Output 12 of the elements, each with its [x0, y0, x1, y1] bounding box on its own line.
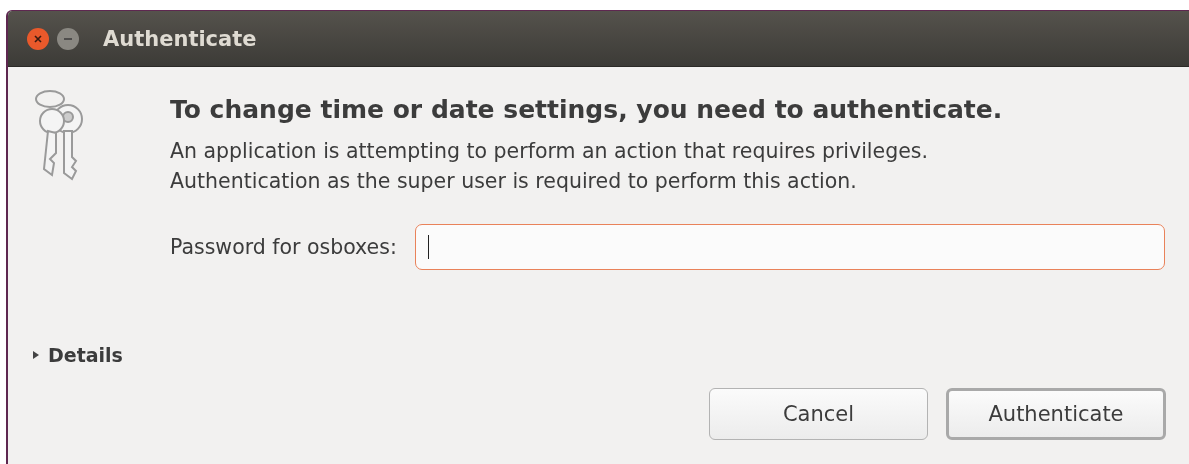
- password-field[interactable]: [414, 224, 1165, 270]
- details-label[interactable]: Details: [48, 344, 123, 366]
- password-label: Password for osboxes:: [170, 235, 397, 259]
- close-button[interactable]: [27, 27, 49, 50]
- authenticate-button[interactable]: Authenticate: [946, 388, 1166, 440]
- close-icon: [33, 33, 43, 44]
- dialog-message: An application is attempting to perform an action that requires privileges. Authentication as the super user is required to perform this action.: [170, 138, 929, 195]
- dialog-heading: To change time or date settings, you need to authenticate.: [170, 95, 1004, 124]
- expander-icon[interactable]: [32, 350, 40, 360]
- cancel-button[interactable]: Cancel: [709, 388, 928, 440]
- minimize-button[interactable]: [57, 27, 79, 50]
- window-title: Authenticate: [103, 26, 257, 51]
